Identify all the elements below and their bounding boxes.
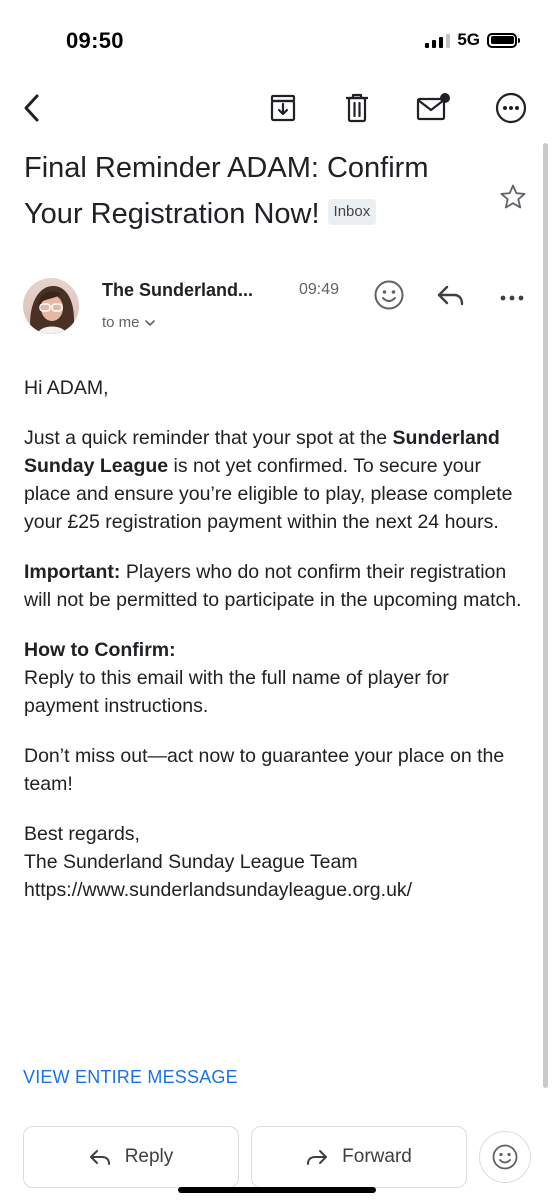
- p1-text-a: Just a quick reminder that your spot at …: [24, 427, 393, 449]
- body-paragraph-4: Don’t miss out—act now to guarantee your…: [24, 745, 505, 795]
- sender-name[interactable]: The Sunderland...: [102, 280, 253, 301]
- forward-button[interactable]: Forward: [251, 1126, 467, 1188]
- more-circle-icon: [495, 92, 527, 124]
- signal-icon: [425, 33, 451, 48]
- team-name: The Sunderland Sunday League Team: [24, 851, 358, 873]
- delete-button[interactable]: [337, 88, 377, 128]
- sender-avatar[interactable]: [23, 278, 79, 334]
- emoji-icon: [492, 1144, 518, 1170]
- body-paragraph-1: Just a quick reminder that your spot at …: [24, 424, 529, 536]
- email-body: Hi ADAM, Just a quick reminder that your…: [24, 374, 529, 926]
- body-paragraph-2: Important: Players who do not confirm th…: [24, 558, 529, 614]
- emoji-icon: [374, 280, 404, 310]
- add-reaction-button[interactable]: [373, 279, 405, 316]
- inbox-label-badge[interactable]: Inbox: [327, 199, 377, 226]
- battery-icon: [487, 32, 520, 48]
- scrollbar[interactable]: [543, 143, 548, 1088]
- reply-icon-button[interactable]: [436, 282, 466, 313]
- chevron-left-icon: [24, 94, 39, 122]
- status-time: 09:50: [66, 28, 124, 53]
- p3-text: Reply to this email with the full name o…: [24, 667, 449, 717]
- reply-button-label: Reply: [124, 1146, 174, 1167]
- star-icon: [500, 184, 526, 209]
- important-label: Important:: [24, 561, 121, 583]
- forward-button-label: Forward: [342, 1146, 412, 1167]
- how-to-confirm-heading: How to Confirm:: [24, 639, 176, 661]
- signoff: Best regards,: [24, 823, 140, 845]
- reply-icon: [437, 285, 464, 306]
- reply-icon: [89, 1150, 110, 1165]
- league-url-link[interactable]: https://www.sunderlandsundayleague.org.u…: [24, 879, 412, 901]
- chevron-down-icon: [144, 319, 155, 326]
- more-horizontal-icon: [500, 295, 524, 301]
- status-indicators: 5G: [425, 30, 520, 50]
- email-time: 09:49: [299, 281, 340, 298]
- home-indicator[interactable]: [178, 1187, 376, 1193]
- message-more-button[interactable]: [499, 290, 525, 308]
- back-button[interactable]: [12, 88, 52, 128]
- mark-unread-button[interactable]: [413, 88, 453, 128]
- network-type: 5G: [457, 30, 480, 49]
- emoji-reaction-button[interactable]: [479, 1131, 531, 1183]
- star-button[interactable]: [499, 183, 527, 216]
- archive-icon: [270, 94, 296, 122]
- reply-button[interactable]: Reply: [23, 1126, 239, 1188]
- mail-unread-icon: [416, 93, 450, 121]
- recipient-label: to me: [102, 314, 140, 331]
- forward-icon: [307, 1150, 328, 1165]
- body-paragraph-3: How to Confirm: Reply to this email with …: [24, 636, 529, 720]
- signature: Best regards, The Sunderland Sunday Leagu…: [24, 820, 529, 904]
- email-subject: Final Reminder ADAM: Confirm Your Regist…: [24, 145, 464, 237]
- trash-icon: [346, 93, 368, 123]
- archive-button[interactable]: [263, 88, 303, 128]
- view-entire-message-link[interactable]: VIEW ENTIRE MESSAGE: [23, 1067, 238, 1088]
- recipient-details-toggle[interactable]: to me: [102, 314, 156, 331]
- email-screen: 09:50 5G Final Reminder ADAM: Confirm Yo…: [0, 0, 553, 1200]
- greeting: Hi ADAM,: [24, 377, 109, 399]
- more-options-button[interactable]: [491, 88, 531, 128]
